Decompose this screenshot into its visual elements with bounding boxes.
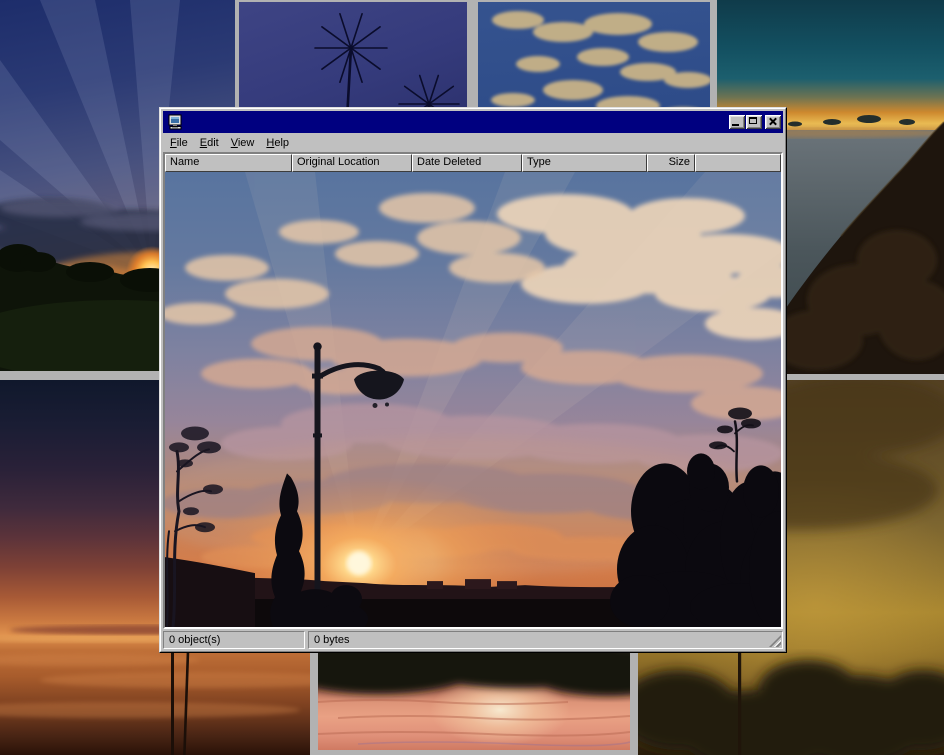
status-size: 0 bytes	[308, 631, 783, 649]
status-size-text: 0 bytes	[314, 634, 349, 646]
file-list-view: Name Original Location Date Deleted Type…	[163, 152, 783, 629]
minimize-icon	[732, 124, 739, 126]
computer-icon[interactable]	[167, 114, 183, 130]
column-header-name[interactable]: Name	[165, 154, 292, 172]
column-header-original-location[interactable]: Original Location	[292, 154, 412, 172]
column-header-size[interactable]: Size	[647, 154, 695, 172]
close-icon	[765, 115, 781, 129]
streetlamp-sunset-art	[165, 172, 781, 627]
menu-bar: File Edit View Help	[163, 133, 783, 152]
list-viewport-showing-wallpaper[interactable]	[165, 172, 781, 627]
column-header-row: Name Original Location Date Deleted Type…	[165, 154, 781, 172]
column-header-filler	[695, 154, 781, 172]
column-header-date-deleted[interactable]: Date Deleted	[412, 154, 522, 172]
status-object-count: 0 object(s)	[163, 631, 305, 649]
maximize-icon	[749, 117, 757, 124]
menu-edit[interactable]: Edit	[194, 135, 225, 151]
desktop: File Edit View Help Name Original Locati…	[0, 0, 944, 755]
resize-grip[interactable]	[769, 635, 781, 647]
menu-file[interactable]: File	[164, 135, 194, 151]
close-button[interactable]	[765, 115, 781, 129]
maximize-button[interactable]	[746, 115, 762, 129]
minimize-button[interactable]	[729, 115, 745, 129]
menu-view[interactable]: View	[225, 135, 261, 151]
window-frame: File Edit View Help Name Original Locati…	[160, 108, 786, 652]
column-header-type[interactable]: Type	[522, 154, 647, 172]
menu-help[interactable]: Help	[260, 135, 295, 151]
title-bar[interactable]	[163, 111, 783, 133]
recycle-bin-window: File Edit View Help Name Original Locati…	[159, 107, 787, 653]
status-bar: 0 object(s) 0 bytes	[163, 629, 783, 649]
